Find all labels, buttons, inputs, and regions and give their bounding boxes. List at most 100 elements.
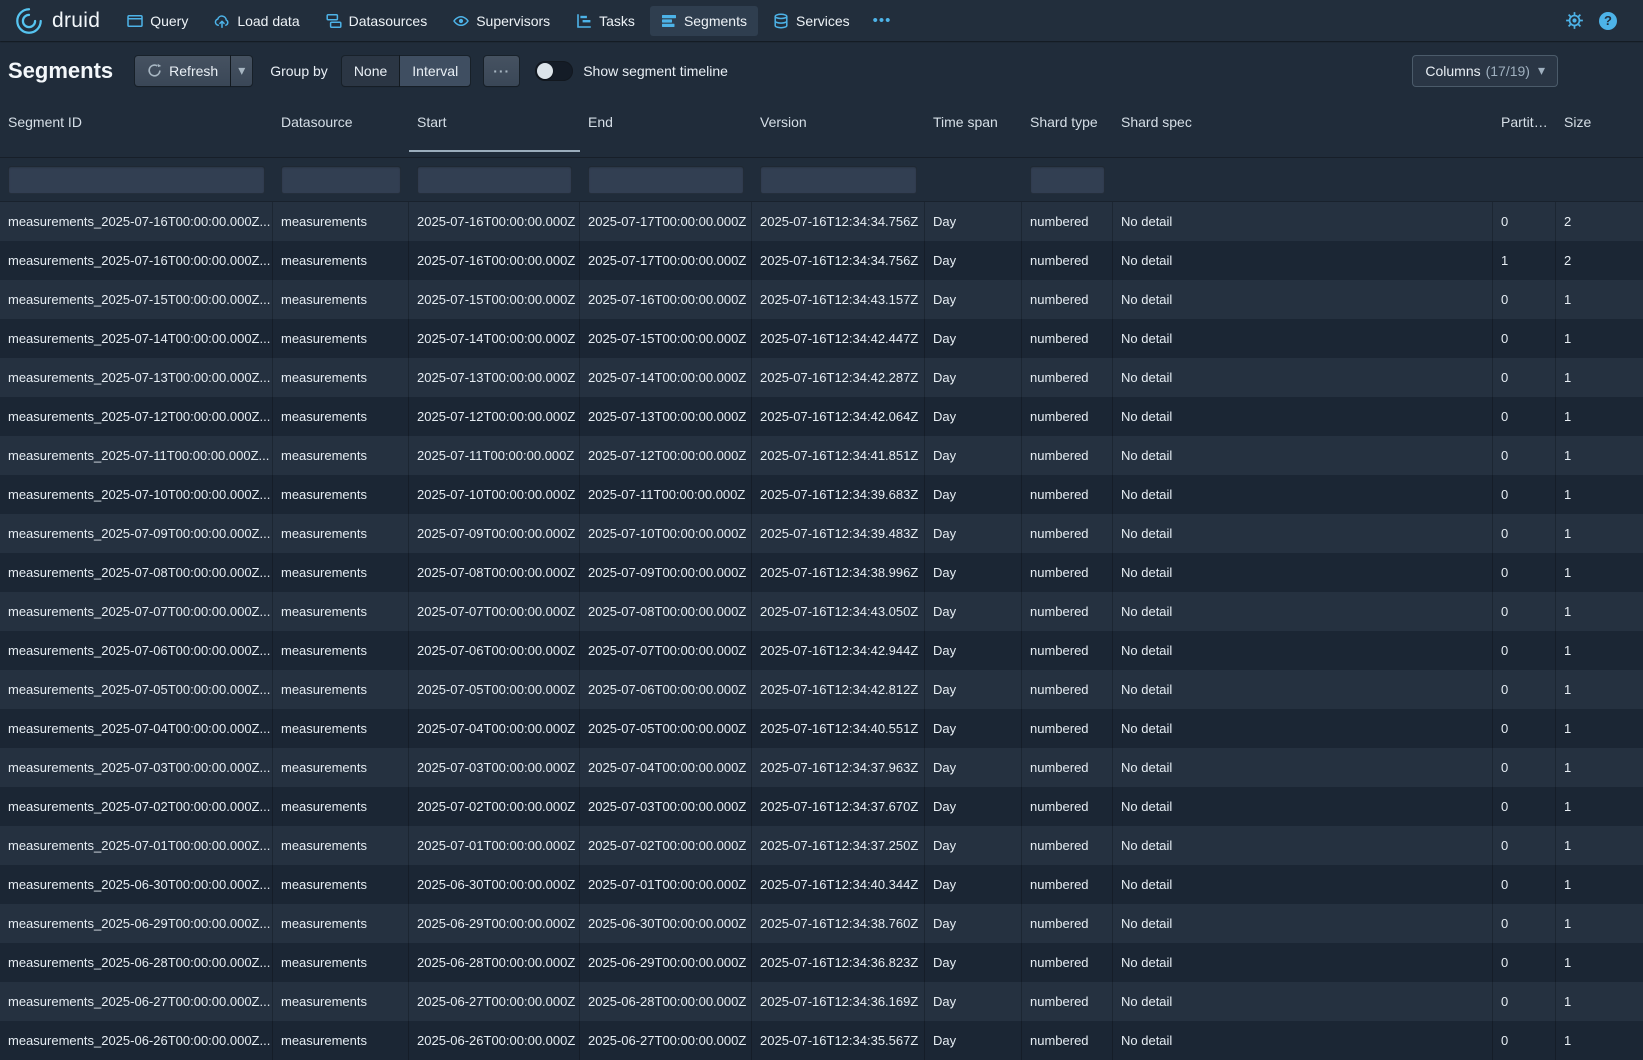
cell-shard-type: numbered <box>1022 943 1113 982</box>
columns-button[interactable]: Columns (17/19) ▾ <box>1413 56 1557 86</box>
filter-segment-id[interactable] <box>8 166 265 194</box>
cell-segment-id[interactable]: measurements_2025-06-29T00:00:00.000Z... <box>0 904 273 943</box>
cell-segment-id[interactable]: measurements_2025-06-27T00:00:00.000Z... <box>0 982 273 1021</box>
nav-item-tasks[interactable]: Tasks <box>565 6 646 36</box>
filter-version[interactable] <box>760 166 917 194</box>
more-icon: ··· <box>493 63 510 79</box>
cell-partition: 0 <box>1493 709 1556 748</box>
nav-item-datasources[interactable]: Datasources <box>315 6 439 36</box>
cell-start: 2025-07-01T00:00:00.000Z <box>409 826 580 865</box>
group-by-interval-button[interactable]: Interval <box>400 56 470 86</box>
cell-segment-id[interactable]: measurements_2025-06-28T00:00:00.000Z... <box>0 943 273 982</box>
cell-datasource: measurements <box>273 982 409 1021</box>
cell-size: 1 <box>1556 631 1643 670</box>
cell-segment-id[interactable]: measurements_2025-06-30T00:00:00.000Z... <box>0 865 273 904</box>
cell-version: 2025-07-16T12:34:38.760Z <box>752 904 925 943</box>
column-header-partition[interactable]: Partition <box>1493 100 1556 157</box>
cell-segment-id[interactable]: measurements_2025-07-10T00:00:00.000Z... <box>0 475 273 514</box>
cell-time-span: Day <box>925 514 1022 553</box>
cell-segment-id[interactable]: measurements_2025-06-26T00:00:00.000Z... <box>0 1021 273 1060</box>
column-header-shard-spec[interactable]: Shard spec <box>1113 100 1493 157</box>
cell-size: 1 <box>1556 865 1643 904</box>
cell-datasource: measurements <box>273 592 409 631</box>
refresh-dropdown-button[interactable]: ▾ <box>231 56 252 86</box>
cell-segment-id[interactable]: measurements_2025-07-12T00:00:00.000Z... <box>0 397 273 436</box>
cell-version: 2025-07-16T12:34:36.169Z <box>752 982 925 1021</box>
segment-timeline-toggle[interactable] <box>535 61 573 81</box>
cell-segment-id[interactable]: measurements_2025-07-07T00:00:00.000Z... <box>0 592 273 631</box>
nav-item-services[interactable]: Services <box>762 6 861 36</box>
cell-segment-id[interactable]: measurements_2025-07-02T00:00:00.000Z... <box>0 787 273 826</box>
group-by-none-button[interactable]: None <box>342 56 399 86</box>
more-icon: ••• <box>873 12 892 29</box>
cell-segment-id[interactable]: measurements_2025-07-05T00:00:00.000Z... <box>0 670 273 709</box>
column-header-time-span[interactable]: Time span <box>925 100 1022 157</box>
cell-time-span: Day <box>925 709 1022 748</box>
cell-segment-id[interactable]: measurements_2025-07-08T00:00:00.000Z... <box>0 553 273 592</box>
cell-shard-spec: No detail <box>1113 982 1493 1021</box>
cell-datasource: measurements <box>273 748 409 787</box>
cell-version: 2025-07-16T12:34:43.157Z <box>752 280 925 319</box>
nav-more-button[interactable]: ••• <box>865 6 900 36</box>
settings-gear-button[interactable] <box>1565 11 1584 30</box>
cell-partition: 0 <box>1493 670 1556 709</box>
columns-button-label: Columns <box>1425 63 1480 79</box>
cell-start: 2025-06-28T00:00:00.000Z <box>409 943 580 982</box>
filter-shard-type[interactable] <box>1030 166 1105 194</box>
filter-start[interactable] <box>417 166 572 194</box>
cell-version: 2025-07-16T12:34:42.812Z <box>752 670 925 709</box>
column-header-start[interactable]: Start <box>409 100 580 157</box>
cell-time-span: Day <box>925 592 1022 631</box>
cell-start: 2025-07-05T00:00:00.000Z <box>409 670 580 709</box>
cell-segment-id[interactable]: measurements_2025-07-09T00:00:00.000Z... <box>0 514 273 553</box>
nav-item-query[interactable]: Query <box>116 6 199 36</box>
druid-brand[interactable]: druid <box>14 6 100 36</box>
cell-datasource: measurements <box>273 514 409 553</box>
filter-datasource[interactable] <box>281 166 401 194</box>
cell-start: 2025-07-10T00:00:00.000Z <box>409 475 580 514</box>
cell-shard-type: numbered <box>1022 319 1113 358</box>
druid-logo-icon <box>14 6 44 36</box>
cell-shard-type: numbered <box>1022 904 1113 943</box>
cell-segment-id[interactable]: measurements_2025-07-16T00:00:00.000Z... <box>0 202 273 241</box>
cell-segment-id[interactable]: measurements_2025-07-04T00:00:00.000Z... <box>0 709 273 748</box>
cell-shard-spec: No detail <box>1113 826 1493 865</box>
cell-datasource: measurements <box>273 553 409 592</box>
cell-end: 2025-07-15T00:00:00.000Z <box>580 319 752 358</box>
nav-item-segments[interactable]: Segments <box>650 6 758 36</box>
cell-segment-id[interactable]: measurements_2025-07-13T00:00:00.000Z... <box>0 358 273 397</box>
column-header-shard-type[interactable]: Shard type <box>1022 100 1113 157</box>
cell-segment-id[interactable]: measurements_2025-07-16T00:00:00.000Z... <box>0 241 273 280</box>
cell-end: 2025-06-29T00:00:00.000Z <box>580 943 752 982</box>
toolbar-more-button[interactable]: ··· <box>484 56 519 86</box>
cell-datasource: measurements <box>273 631 409 670</box>
help-button[interactable]: ? <box>1599 12 1617 30</box>
cell-version: 2025-07-16T12:34:38.996Z <box>752 553 925 592</box>
column-header-end[interactable]: End <box>580 100 752 157</box>
cell-end: 2025-07-17T00:00:00.000Z <box>580 241 752 280</box>
nav-item-supervisors[interactable]: Supervisors <box>442 6 561 36</box>
column-header-segment-id[interactable]: Segment ID <box>0 100 273 157</box>
nav-right: ? <box>1565 11 1617 30</box>
cell-segment-id[interactable]: measurements_2025-07-11T00:00:00.000Z... <box>0 436 273 475</box>
cell-segment-id[interactable]: measurements_2025-07-14T00:00:00.000Z... <box>0 319 273 358</box>
column-header-version[interactable]: Version <box>752 100 925 157</box>
cell-segment-id[interactable]: measurements_2025-07-15T00:00:00.000Z... <box>0 280 273 319</box>
column-header-datasource[interactable]: Datasource <box>273 100 409 157</box>
cell-time-span: Day <box>925 748 1022 787</box>
cell-segment-id[interactable]: measurements_2025-07-01T00:00:00.000Z... <box>0 826 273 865</box>
cell-end: 2025-07-07T00:00:00.000Z <box>580 631 752 670</box>
cell-segment-id[interactable]: measurements_2025-07-03T00:00:00.000Z... <box>0 748 273 787</box>
refresh-button[interactable]: Refresh <box>135 56 230 86</box>
column-header-size[interactable]: Size <box>1556 100 1643 157</box>
cell-start: 2025-07-14T00:00:00.000Z <box>409 319 580 358</box>
cell-segment-id[interactable]: measurements_2025-07-06T00:00:00.000Z... <box>0 631 273 670</box>
cell-version: 2025-07-16T12:34:34.756Z <box>752 241 925 280</box>
cell-shard-spec: No detail <box>1113 553 1493 592</box>
cell-end: 2025-07-08T00:00:00.000Z <box>580 592 752 631</box>
cell-end: 2025-07-05T00:00:00.000Z <box>580 709 752 748</box>
filter-end[interactable] <box>588 166 744 194</box>
nav-item-load-data[interactable]: Load data <box>203 6 310 36</box>
timeline-toggle-label[interactable]: Show segment timeline <box>583 63 728 79</box>
page-title: Segments <box>8 58 113 84</box>
